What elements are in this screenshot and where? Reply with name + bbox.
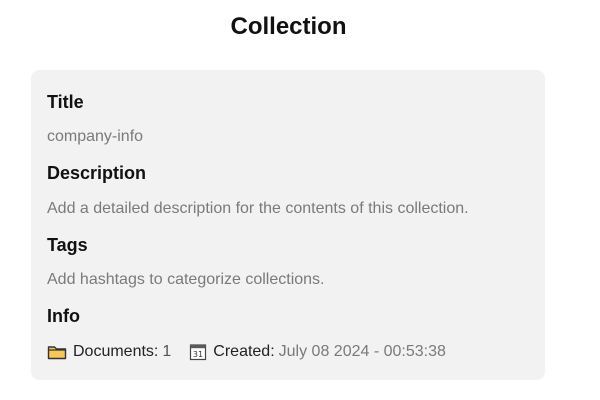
calendar-icon: 31 [189, 343, 207, 361]
description-label: Description [47, 163, 147, 183]
info-label: Info [47, 306, 80, 326]
created-value: July 08 2024 - 00:53:38 [278, 343, 446, 360]
info-row: Documents: 1 31 Created: July 08 2024 - … [47, 342, 446, 362]
description-value[interactable]: Add a detailed description for the conte… [47, 199, 469, 219]
tags-label: Tags [47, 235, 88, 255]
title-label: Title [47, 92, 84, 112]
documents-count: 1 [162, 343, 172, 360]
documents-label: Documents: [73, 343, 159, 360]
collection-page: Collection Title company-info Descriptio… [0, 0, 600, 400]
collection-card: Title company-info Description Add a det… [31, 70, 545, 380]
created-label: Created: [213, 343, 275, 360]
created-info: 31 Created: July 08 2024 - 00:53:38 [189, 342, 446, 362]
calendar-icon-day: 31 [193, 350, 203, 359]
page-title: Collection [230, 13, 347, 40]
documents-info: Documents: 1 [47, 342, 171, 362]
tags-value[interactable]: Add hashtags to categorize collections. [47, 270, 325, 290]
folder-icon [47, 344, 67, 360]
title-value[interactable]: company-info [47, 127, 143, 147]
